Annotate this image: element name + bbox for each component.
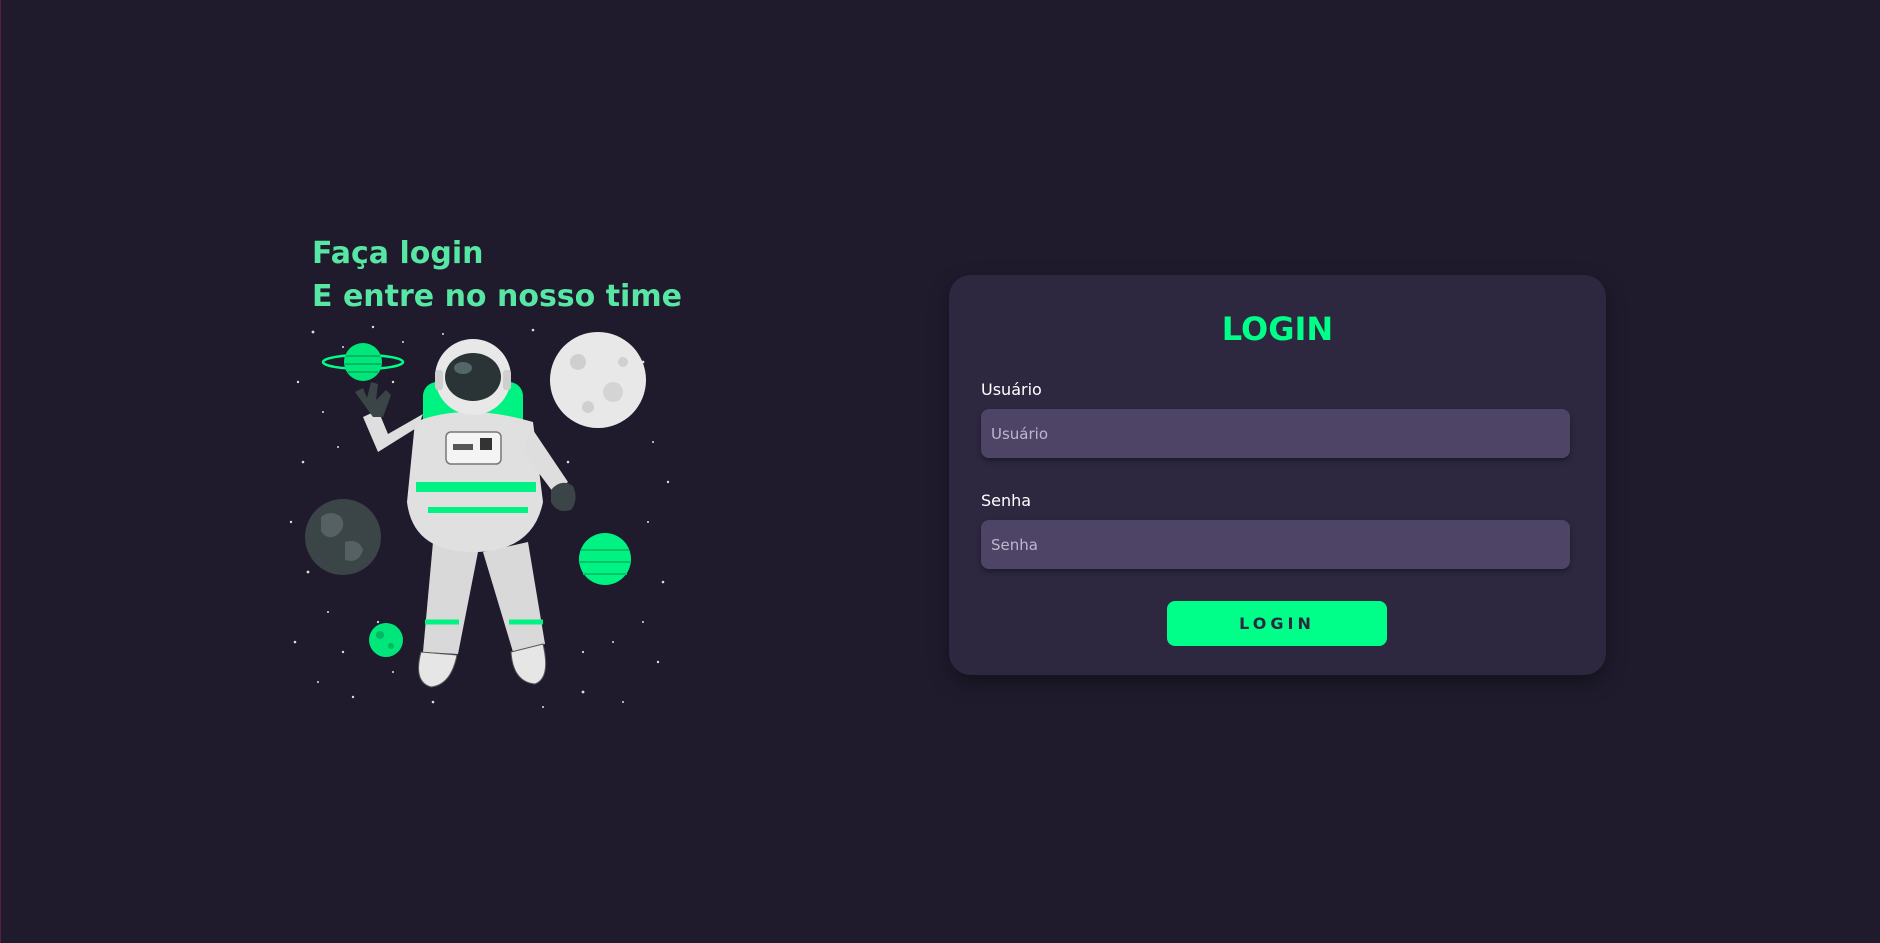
login-button[interactable]: LOGIN bbox=[1167, 601, 1387, 646]
login-title: LOGIN bbox=[1221, 310, 1334, 348]
login-page: Faça login E entre no nosso time LOGIN U… bbox=[0, 0, 1880, 943]
ringed-planet bbox=[321, 343, 405, 381]
hero-line-1: Faça login bbox=[312, 236, 484, 271]
login-card: LOGIN Usuário Senha LOGIN bbox=[949, 275, 1606, 675]
password-label: Senha bbox=[981, 491, 1032, 510]
grey-planet bbox=[305, 499, 381, 575]
hero-line-2: E entre no nosso time bbox=[312, 279, 682, 314]
password-input[interactable] bbox=[981, 520, 1570, 569]
green-planet bbox=[579, 533, 631, 585]
astronaut-illustration bbox=[289, 325, 670, 708]
hero-headline: Faça login E entre no nosso time bbox=[283, 232, 683, 318]
username-label: Usuário bbox=[981, 380, 1042, 399]
small-planet bbox=[369, 623, 403, 657]
moon bbox=[550, 332, 646, 428]
username-input[interactable] bbox=[981, 409, 1570, 458]
window-edge bbox=[0, 0, 1, 943]
hero-section: Faça login E entre no nosso time bbox=[283, 232, 683, 712]
